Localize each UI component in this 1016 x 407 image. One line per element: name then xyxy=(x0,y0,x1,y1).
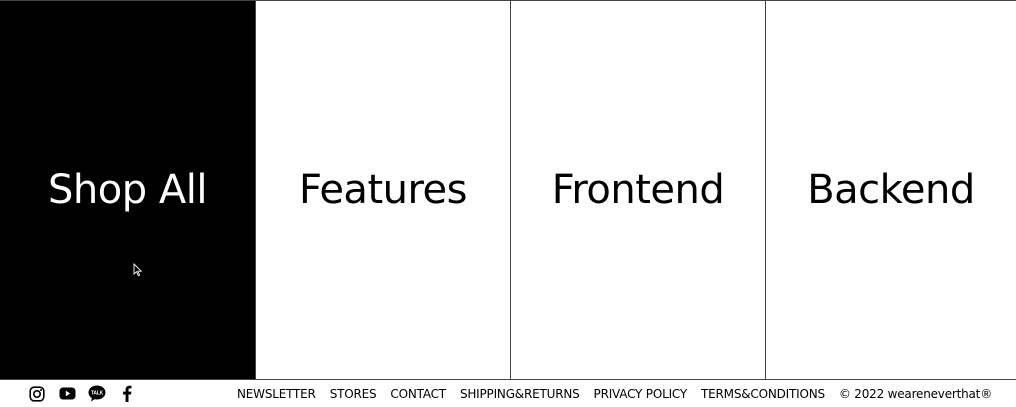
social-links: TALK xyxy=(28,385,136,403)
kakaotalk-icon[interactable]: TALK xyxy=(88,385,106,403)
footer-link-contact[interactable]: CONTACT xyxy=(390,387,446,401)
footer-link-terms-conditions[interactable]: TERMS&CONDITIONS xyxy=(701,387,825,401)
footer-link-shipping-returns[interactable]: SHIPPING&RETURNS xyxy=(460,387,580,401)
panel-features[interactable]: Features xyxy=(255,1,510,379)
panel-label: Features xyxy=(299,167,468,213)
footer-link-newsletter[interactable]: NEWSLETTER xyxy=(237,387,316,401)
page: Shop All Features Frontend Backend TALK … xyxy=(0,0,1016,407)
footer-link-stores[interactable]: STORES xyxy=(330,387,377,401)
panel-frontend[interactable]: Frontend xyxy=(510,1,765,379)
mouse-cursor-icon xyxy=(133,263,143,277)
youtube-icon[interactable] xyxy=(58,385,76,403)
footer-nav: NEWSLETTER STORES CONTACT SHIPPING&RETUR… xyxy=(237,387,825,401)
instagram-icon[interactable] xyxy=(28,385,46,403)
panel-label: Shop All xyxy=(48,167,207,213)
category-panels: Shop All Features Frontend Backend xyxy=(0,0,1016,380)
panel-label: Frontend xyxy=(551,167,725,213)
footer-link-privacy-policy[interactable]: PRIVACY POLICY xyxy=(594,387,688,401)
facebook-icon[interactable] xyxy=(118,385,136,403)
panel-shop-all[interactable]: Shop All xyxy=(0,1,255,379)
panel-label: Backend xyxy=(807,167,975,213)
panel-backend[interactable]: Backend xyxy=(765,1,1016,379)
copyright-text: © 2022 weareneverthat® xyxy=(838,387,992,401)
kakaotalk-label: TALK xyxy=(91,390,104,396)
footer: TALK NEWSLETTER STORES CONTACT SHIPPING&… xyxy=(0,380,1016,407)
